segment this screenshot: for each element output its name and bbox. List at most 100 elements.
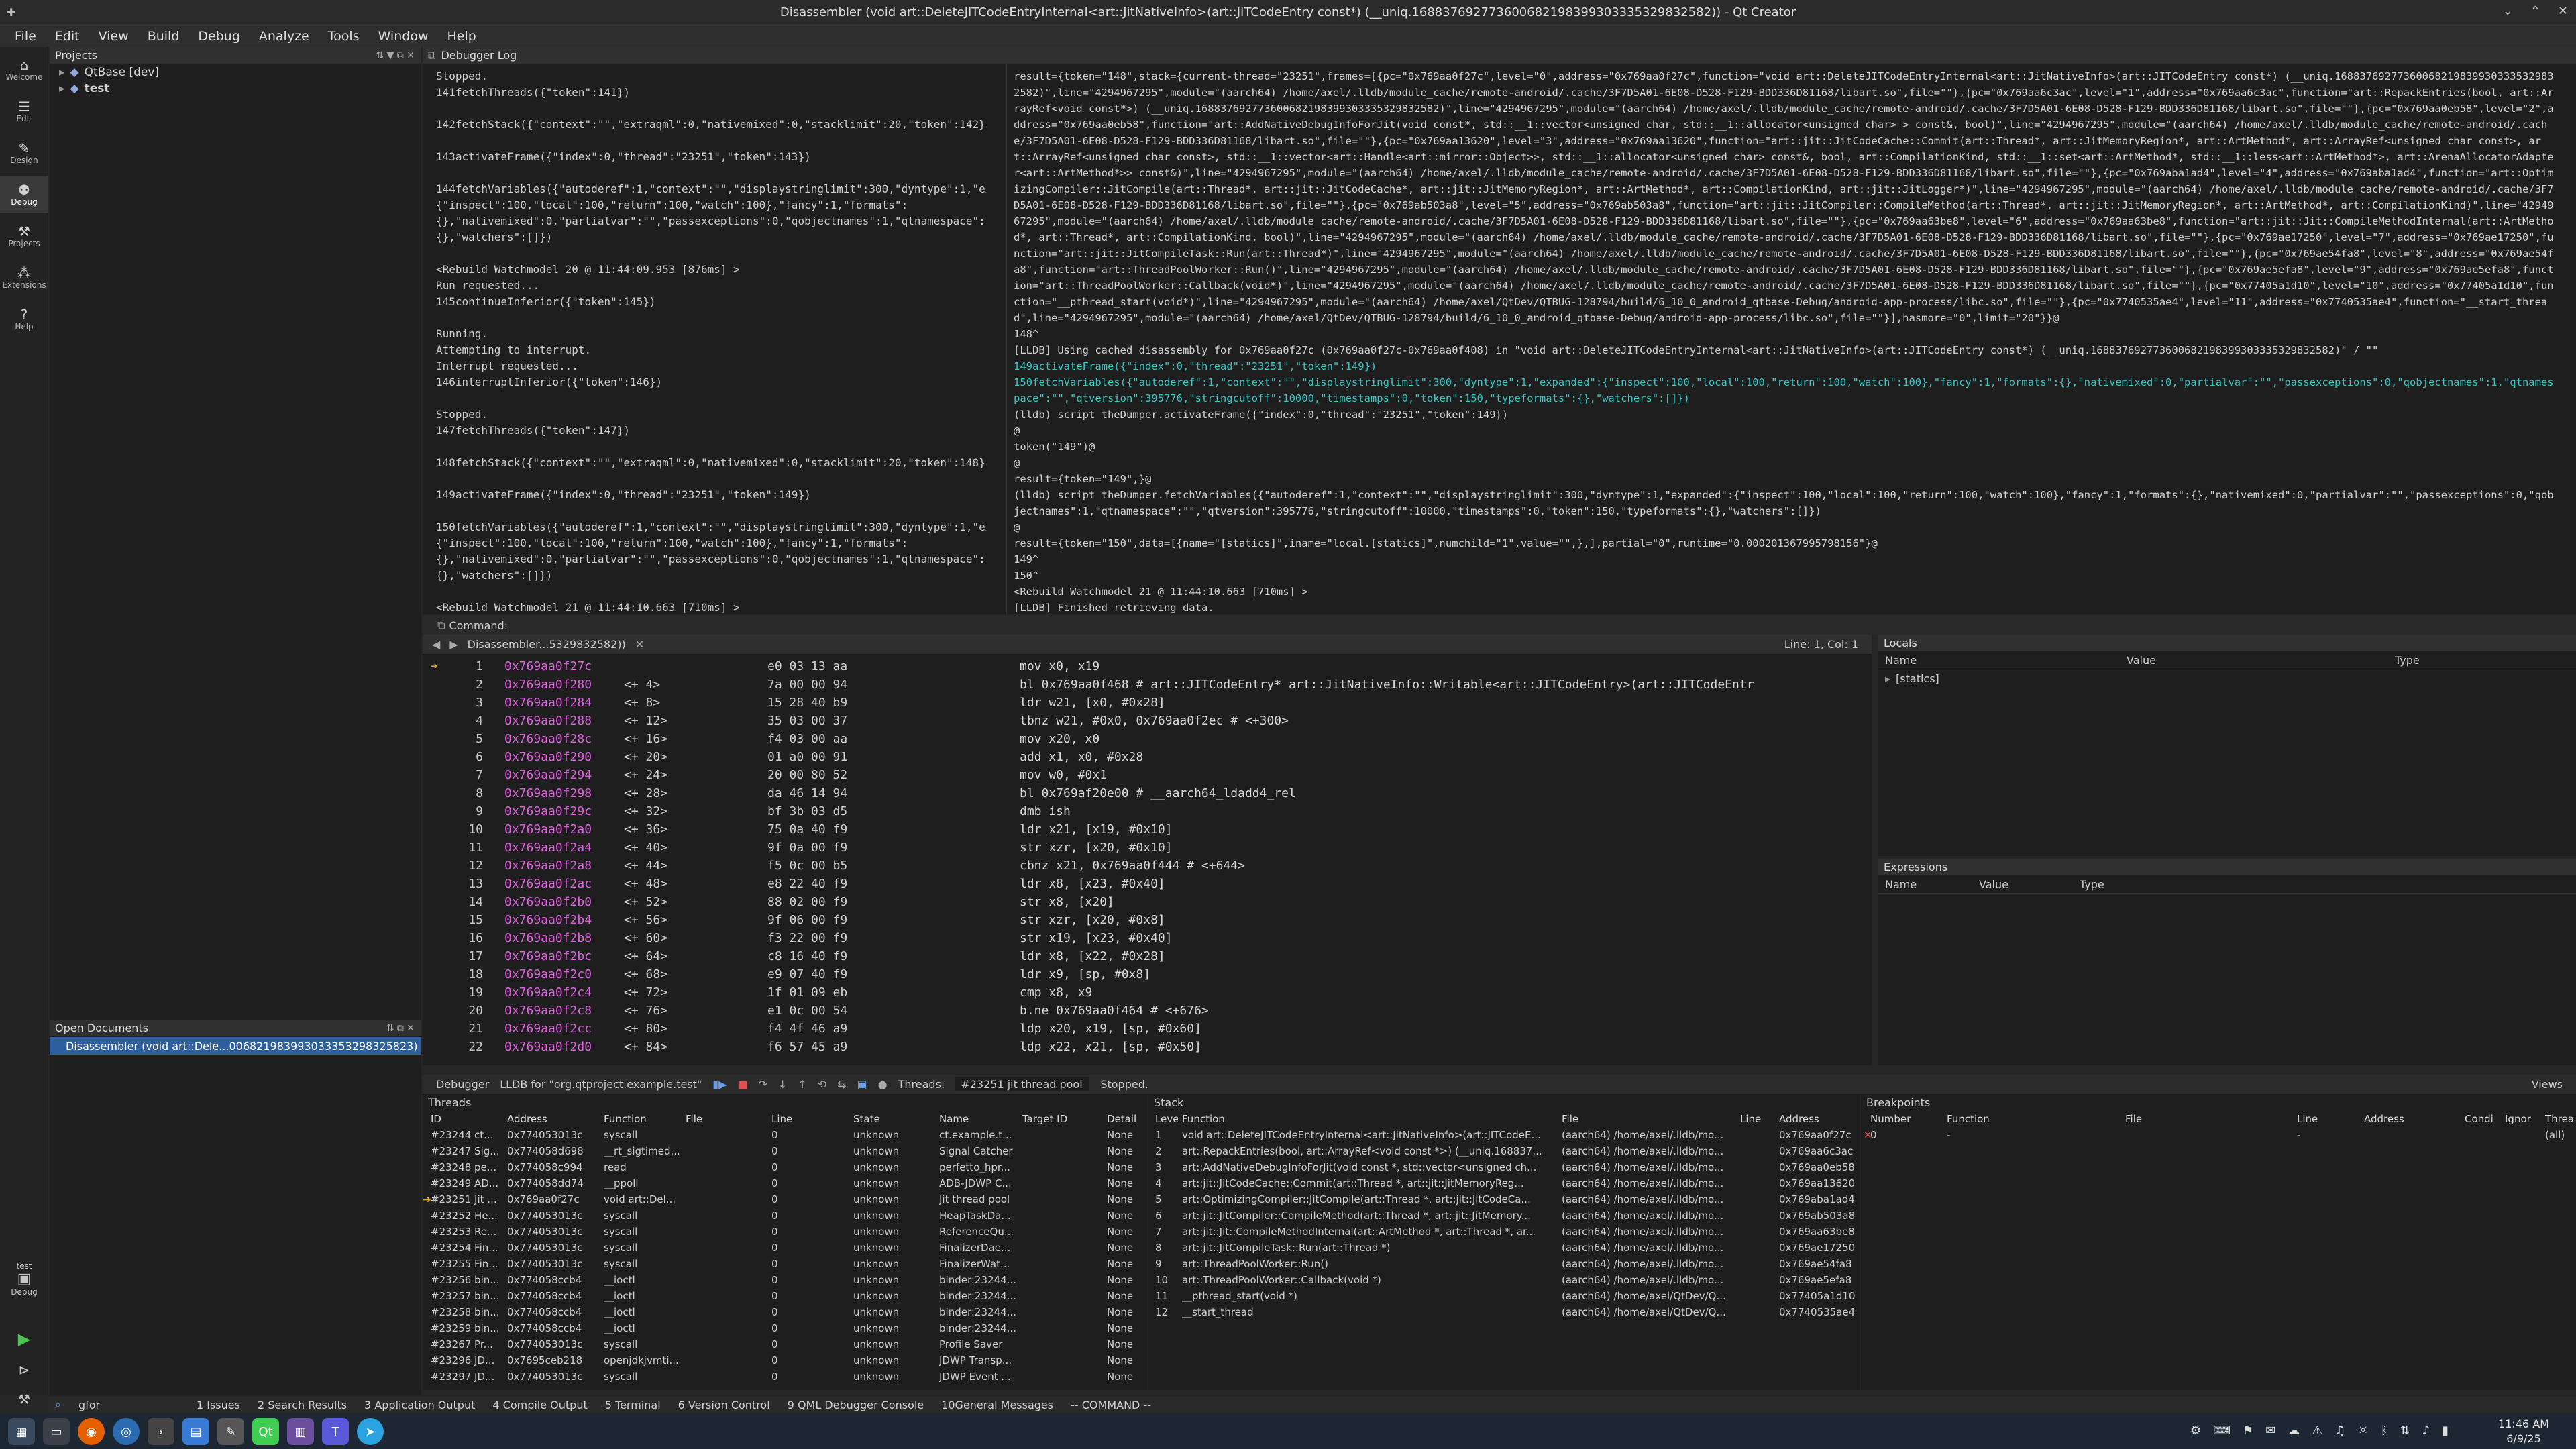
tray-icon[interactable]: ⚠ [2312, 1424, 2322, 1438]
column-header[interactable]: Line [1740, 1111, 1775, 1127]
table-row[interactable]: #23296 JD... 0x7695ceb218 openjdkjvmti... 0… [423, 1352, 1147, 1368]
table-row[interactable]: #23247 Sig... 0x774058d698 __rt_sigtimed..… [423, 1143, 1147, 1159]
firefox-icon[interactable]: ◉ [78, 1418, 105, 1445]
maximize-button[interactable]: ⌃ [2530, 4, 2540, 18]
table-row[interactable]: #23258 bin... 0x774058ccb4 __ioctl 0 unknown… [423, 1304, 1147, 1320]
build-hammer-icon[interactable]: ⚒ [0, 1391, 48, 1407]
tab-compile-output[interactable]: 4 Compile Output [492, 1399, 587, 1411]
table-row[interactable]: #23249 AD... 0x774058dd74 __ppoll 0 unknown A… [423, 1175, 1147, 1191]
disassembly-row[interactable]: 13 0x769aa0f2ac <+ 48> e8 22 40 f9 ldr x8, [… [423, 875, 1872, 893]
editor-icon[interactable]: ✎ [217, 1418, 244, 1445]
disassembly-row[interactable]: 8 0x769aa0f298 <+ 28> da 46 14 94 bl 0x769af… [423, 784, 1872, 802]
column-header[interactable]: Ignor [2505, 1111, 2541, 1127]
menu-build[interactable]: Build [138, 29, 189, 44]
disassembly-row[interactable]: 12 0x769aa0f2a8 <+ 44> f5 0c 00 b5 cbnz x21,… [423, 857, 1872, 875]
table-row[interactable]: 11 __pthread_start(void *) (aarch64) /home… [1148, 1288, 1860, 1304]
tray-icon[interactable]: ⚙ [2190, 1424, 2201, 1438]
disassembly-row[interactable]: 3 0x769aa0f284 <+ 8> 15 28 40 b9 ldr w21, [x… [423, 694, 1872, 712]
bluetooth-icon[interactable]: ᛒ [2381, 1424, 2388, 1438]
app-launcher-icon[interactable]: ▦ [8, 1418, 35, 1445]
mode-welcome[interactable]: ⌂ Welcome [0, 51, 48, 89]
chromium-icon[interactable]: ◎ [113, 1418, 140, 1445]
desktop-icon[interactable]: ▭ [43, 1418, 70, 1445]
tray-icon[interactable]: ☁ [2288, 1424, 2300, 1438]
nav-forward-icon[interactable]: ▶ [449, 638, 458, 651]
minimize-button[interactable]: ⌄ [2503, 4, 2513, 18]
disassembly-row[interactable]: 14 0x769aa0f2b0 <+ 52> 88 02 00 f9 str x8, [… [423, 893, 1872, 911]
mode-debug[interactable]: ⚉ Debug [0, 176, 48, 213]
tab-version-control[interactable]: 6 Version Control [678, 1399, 770, 1411]
close-button[interactable]: ✕ [2558, 4, 2568, 18]
table-row[interactable]: #23257 bin... 0x774058ccb4 __ioctl 0 unknown… [423, 1288, 1147, 1304]
disassembly-row[interactable]: 21 0x769aa0f2cc <+ 80> f4 4f 46 a9 ldp x20, … [423, 1020, 1872, 1038]
debugger-log-output[interactable]: result={token="148",stack={current-threa… [1006, 64, 2563, 614]
editor-tab[interactable]: Disassembler...5329832582)) [468, 638, 626, 651]
mode-projects[interactable]: ⚒ Projects [0, 217, 48, 255]
column-header[interactable]: Function [1947, 1111, 2121, 1127]
menu-edit[interactable]: Edit [46, 29, 89, 44]
table-row[interactable]: 8 art::jit::JitCompileTask::Run(art::Thre… [1148, 1240, 1860, 1256]
menu-tools[interactable]: Tools [319, 29, 369, 44]
table-row[interactable]: 3 art::AddNativeDebugInfoForJit(void cons… [1148, 1159, 1860, 1175]
tray-icon[interactable]: ⌨ [2213, 1424, 2231, 1438]
open-document-item[interactable]: Disassembler (void art::Dele...006821983… [50, 1037, 421, 1055]
table-row[interactable]: #23252 He... 0x774053013c syscall 0 unknown H… [423, 1208, 1147, 1224]
telegram-icon[interactable]: ➤ [357, 1418, 384, 1445]
disassembly-row[interactable]: 5 0x769aa0f28c <+ 16> f4 03 00 aa mov x20, x… [423, 730, 1872, 748]
disassembly-row[interactable]: 22 0x769aa0f2d0 <+ 84> f6 57 45 a9 ldp x22, … [423, 1038, 1872, 1056]
file-manager-icon[interactable]: ▤ [182, 1418, 209, 1445]
table-row[interactable]: 1 void art::DeleteJITCodeEntryInternal<ar… [1148, 1127, 1860, 1143]
tray-icon[interactable]: ⚑ [2243, 1424, 2253, 1438]
thread-select[interactable]: #23251 jit thread pool [955, 1077, 1090, 1091]
battery-icon[interactable]: ▮ [2442, 1424, 2449, 1438]
debugger-engine-select[interactable]: Debugger [436, 1078, 489, 1091]
column-header[interactable]: Name [939, 1111, 1018, 1127]
tab-issues[interactable]: 1 Issues [197, 1399, 240, 1411]
table-row[interactable]: 9 art::ThreadPoolWorker::Run() (aarch64) /… [1148, 1256, 1860, 1272]
teams-icon[interactable]: T [322, 1418, 349, 1445]
col-name[interactable]: Name [1878, 654, 2127, 667]
disassembly-row[interactable]: 4 0x769aa0f288 <+ 12> 35 03 00 37 tbnz w21, … [423, 712, 1872, 730]
menu-view[interactable]: View [89, 29, 138, 44]
column-header[interactable]: Function [1182, 1111, 1558, 1127]
restart-icon[interactable]: ⟲ [818, 1078, 826, 1091]
column-header[interactable]: Line [2297, 1111, 2360, 1127]
reverse-icon[interactable]: ⇆ [837, 1078, 846, 1091]
disassembly-row[interactable]: 7 0x769aa0f294 <+ 24> 20 00 80 52 mov w0, #0… [423, 766, 1872, 784]
stop-icon[interactable]: ■ [737, 1078, 747, 1091]
step-out-icon[interactable]: ↑ [798, 1078, 806, 1091]
mode-design[interactable]: ✎ Design [0, 134, 48, 172]
disassembly-row[interactable]: 17 0x769aa0f2bc <+ 64> c8 16 40 f9 ldr x8, [… [423, 947, 1872, 965]
tab-qml-debugger-console[interactable]: 9 QML Debugger Console [788, 1399, 924, 1411]
tray-icon[interactable]: ♫ [2334, 1424, 2345, 1438]
nav-back-icon[interactable]: ◀ [432, 638, 440, 651]
locator-icon[interactable]: ⌕ [55, 1398, 61, 1411]
record-icon[interactable]: ● [878, 1078, 888, 1091]
column-header[interactable]: Address [2364, 1111, 2461, 1127]
column-header[interactable]: Target ID [1022, 1111, 1103, 1127]
tab-general-messages[interactable]: 10General Messages [941, 1399, 1053, 1411]
mode-help[interactable]: ? Help [0, 301, 48, 338]
debug-run-icon[interactable]: ⊳ [0, 1362, 48, 1378]
clock[interactable]: 11:46 AM 6/9/25 [2498, 1417, 2549, 1446]
step-over-icon[interactable]: ↷ [759, 1078, 767, 1091]
debug-target-select[interactable]: LLDB for "org.qtproject.example.test" [500, 1078, 702, 1091]
table-row[interactable]: #23297 JD... 0x774053013c syscall 0 unknown J… [423, 1368, 1147, 1385]
run-icon[interactable]: ▶ [0, 1330, 48, 1348]
table-row[interactable]: ✕ 0- - (all) [1861, 1127, 2576, 1143]
close-icon[interactable]: ✕ [635, 638, 644, 651]
disassembly-row[interactable]: ➔ 1 0x769aa0f27c e0 03 13 aa mov x0, x19 [423, 657, 1872, 676]
terminal-icon[interactable]: › [148, 1418, 174, 1445]
calendar-icon[interactable]: ▥ [287, 1418, 314, 1445]
disassembly-row[interactable]: 6 0x769aa0f290 <+ 20> 01 a0 00 91 add x1, x0… [423, 748, 1872, 766]
column-header[interactable]: File [1562, 1111, 1736, 1127]
tab-application-output[interactable]: 3 Application Output [364, 1399, 475, 1411]
qtcreator-icon[interactable]: Qt [252, 1418, 279, 1445]
kit-selector[interactable]: test ▣ Debug [0, 1261, 48, 1297]
column-header[interactable]: ID [431, 1111, 503, 1127]
column-header[interactable]: Line [771, 1111, 849, 1127]
disassembly-row[interactable]: 19 0x769aa0f2c4 <+ 72> 1f 01 09 eb cmp x8, x… [423, 983, 1872, 1002]
column-header[interactable]: State [853, 1111, 935, 1127]
table-row[interactable]: #23244 ct... 0x774053013c syscall 0 unknown c… [423, 1127, 1147, 1143]
table-row[interactable]: 5 art::OptimizingCompiler::JitCompile(art… [1148, 1191, 1860, 1208]
